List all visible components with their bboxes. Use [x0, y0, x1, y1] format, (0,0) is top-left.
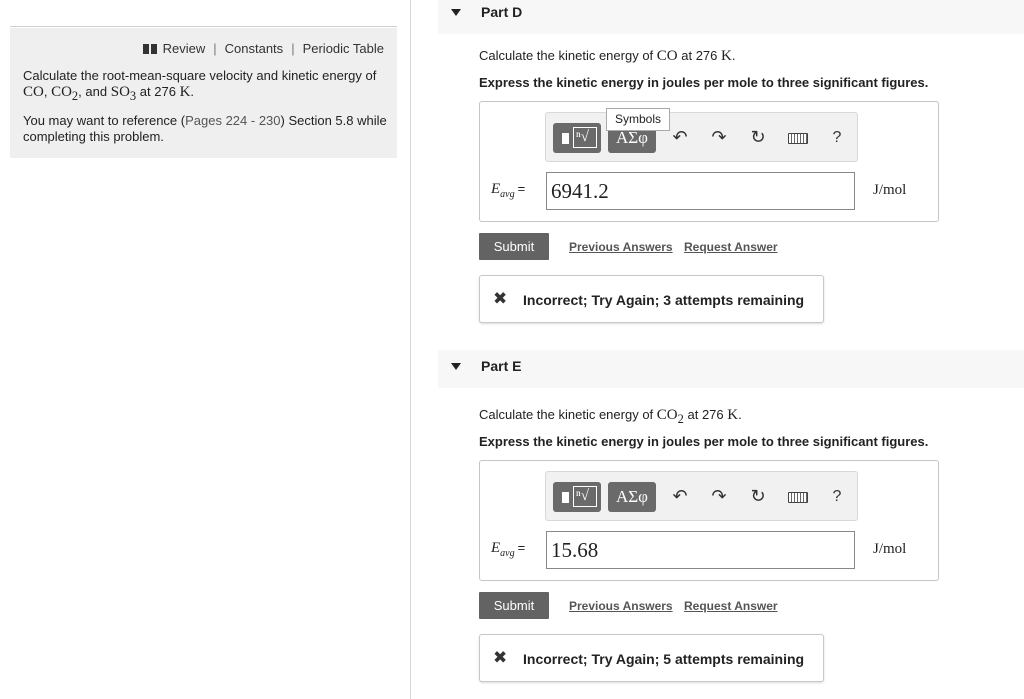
part-title: Part D [481, 4, 523, 20]
help-icon[interactable]: ? [826, 125, 848, 151]
part-d-question: Calculate the kinetic energy of CO at 27… [479, 48, 736, 64]
math-toolbar: ⁿ√ ΑΣφ ↶ ↷ ↻ ? [545, 471, 858, 521]
unit-label: J/mol [873, 182, 907, 198]
resource-links: Review | Constants | Periodic Table [142, 41, 384, 56]
part-e-question: Calculate the kinetic energy of CO2 at 2… [479, 407, 742, 426]
collapse-triangle-icon[interactable] [451, 9, 461, 16]
intro-and: and [85, 84, 108, 99]
part-e-instruction: Express the kinetic energy in joules per… [479, 434, 929, 449]
feedback-message: Incorrect; Try Again; 5 attempts remaini… [523, 651, 805, 667]
template-square-icon [562, 133, 569, 144]
undo-icon[interactable]: ↶ [669, 484, 691, 510]
templates-button[interactable]: ⁿ√ [553, 123, 601, 153]
part-e-feedback: ✖ Incorrect; Try Again; 5 attempts remai… [479, 634, 824, 682]
answer-input[interactable]: 15.68 [546, 531, 855, 569]
part-d-submit-button[interactable]: Submit [479, 233, 549, 260]
symbols-tooltip: Symbols [606, 108, 670, 131]
reset-icon[interactable]: ↻ [747, 125, 769, 151]
close-icon: ✖ [493, 648, 508, 668]
part-title: Part E [481, 358, 522, 374]
review-link[interactable]: Review [163, 41, 206, 56]
species-co2: CO2 [51, 84, 79, 103]
variable-label: Eavg = [491, 540, 526, 559]
question-species: CO2 [656, 407, 684, 426]
symbols-button[interactable]: ΑΣφ [608, 482, 656, 512]
keyboard-icon[interactable] [786, 125, 810, 151]
constants-link[interactable]: Constants [225, 41, 284, 56]
part-e-header[interactable]: Part E [438, 350, 1024, 388]
templates-button[interactable]: ⁿ√ [553, 482, 601, 512]
part-d-previous-answers-link[interactable]: Previous Answers [569, 240, 673, 254]
part-d-feedback: ✖ Incorrect; Try Again; 3 attempts remai… [479, 275, 824, 323]
unit-label: J/mol [873, 541, 907, 557]
ref-pages: Pages 224 - 230 [185, 113, 281, 128]
species-so3: SO3 [110, 84, 137, 103]
part-e-answer-box: ⁿ√ ΑΣφ ↶ ↷ ↻ ? Eavg = 15.68 J/mol [479, 460, 939, 581]
problem-intro: Calculate the root-mean-square velocity … [23, 68, 377, 103]
intro-temperature: at 276 [139, 84, 176, 99]
left-top-divider [10, 26, 397, 27]
periodic-table-link[interactable]: Periodic Table [303, 41, 384, 56]
radical-icon: ⁿ√ [573, 486, 597, 507]
reset-icon[interactable]: ↻ [747, 484, 769, 510]
part-d-instruction: Express the kinetic energy in joules per… [479, 75, 929, 90]
temperature-unit: K [179, 84, 191, 100]
part-e-previous-answers-link[interactable]: Previous Answers [569, 599, 673, 613]
link-separator: | [213, 41, 217, 56]
template-square-icon [562, 492, 569, 503]
left-pane: Review | Constants | Periodic Table Calc… [0, 0, 411, 699]
ref-prefix: You may want to reference ( [23, 113, 186, 128]
radical-icon: ⁿ√ [573, 127, 597, 148]
problem-info-panel: Review | Constants | Periodic Table Calc… [10, 28, 397, 158]
collapse-triangle-icon[interactable] [451, 363, 461, 370]
keyboard-icon[interactable] [786, 484, 810, 510]
part-e-submit-button[interactable]: Submit [479, 592, 549, 619]
book-icon [142, 43, 157, 54]
reference-note: You may want to reference (Pages 224 - 2… [23, 113, 388, 145]
variable-label: Eavg = [491, 181, 526, 200]
answer-input[interactable]: 6941.2 [546, 172, 855, 210]
undo-icon[interactable]: ↶ [669, 125, 691, 151]
help-icon[interactable]: ? [826, 484, 848, 510]
close-icon: ✖ [493, 289, 508, 309]
redo-icon[interactable]: ↷ [708, 484, 730, 510]
part-e-request-answer-link[interactable]: Request Answer [684, 599, 778, 613]
link-separator: | [291, 41, 295, 56]
redo-icon[interactable]: ↷ [708, 125, 730, 151]
part-d-answer-box: ⁿ√ ΑΣφ Symbols ↶ ↷ ↻ ? Eavg = 6941.2 J/mo… [479, 101, 939, 222]
math-toolbar: ⁿ√ ΑΣφ Symbols ↶ ↷ ↻ ? [545, 108, 858, 162]
species-co: CO [23, 84, 44, 100]
part-d-header[interactable]: Part D [438, 0, 1024, 34]
part-d-request-answer-link[interactable]: Request Answer [684, 240, 778, 254]
intro-text: Calculate the root-mean-square velocity … [23, 68, 377, 83]
feedback-message: Incorrect; Try Again; 3 attempts remaini… [523, 292, 805, 308]
question-species: CO [656, 48, 678, 64]
